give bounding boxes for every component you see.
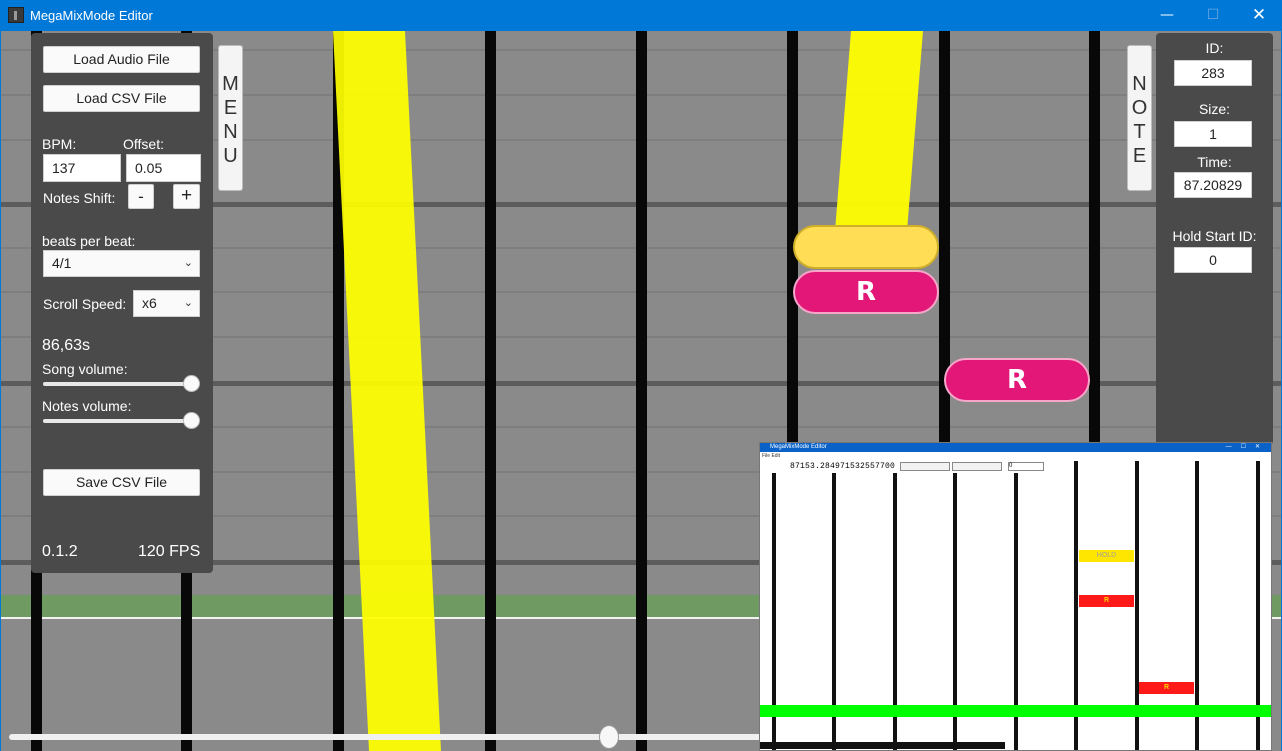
scroll-speed-label: Scroll Speed: <box>43 296 127 312</box>
preview-title-bar: MegaMixMode Editor —☐✕ <box>760 443 1271 452</box>
size-input[interactable]: 1 <box>1174 121 1252 147</box>
beats-per-beat-value: 4/1 <box>52 255 72 271</box>
current-time: 86,63s <box>42 337 91 354</box>
preview-note-r: R <box>1079 595 1134 607</box>
settings-panel: Load Audio File Load CSV File BPM: Offse… <box>31 33 213 573</box>
title-bar: MegaMixMode Editor — ☐ ✕ <box>0 0 1282 31</box>
hold-start-id-input[interactable]: 0 <box>1174 247 1252 273</box>
load-audio-button[interactable]: Load Audio File <box>43 46 200 73</box>
id-label: ID: <box>1205 40 1224 56</box>
load-csv-button[interactable]: Load CSV File <box>43 85 200 112</box>
scroll-speed-value: x6 <box>142 295 157 311</box>
bpm-input[interactable]: 137 <box>43 154 121 182</box>
save-csv-button[interactable]: Save CSV File <box>43 469 200 496</box>
menu-tab[interactable]: M E N U <box>218 45 243 191</box>
offset-label: Offset: <box>123 136 164 152</box>
note-r[interactable]: R <box>944 358 1090 402</box>
beats-per-beat-select[interactable]: 4/1 ⌄ <box>43 250 200 277</box>
beats-per-beat-label: beats per beat: <box>42 233 136 249</box>
preview-window: MegaMixMode Editor —☐✕ File Edit 87153.2… <box>759 442 1272 751</box>
note-tab-letter: E <box>1132 145 1147 167</box>
note-tab-letter: T <box>1133 121 1146 143</box>
minimize-button[interactable]: — <box>1144 0 1190 31</box>
preview-select <box>900 462 950 471</box>
id-input[interactable]: 283 <box>1174 60 1252 86</box>
size-label: Size: <box>1198 101 1231 117</box>
window-title: MegaMixMode Editor <box>30 8 153 23</box>
notes-volume-label: Notes volume: <box>42 398 132 414</box>
menu-tab-letter: N <box>223 121 238 143</box>
menu-tab-letter: E <box>223 97 238 119</box>
hold-note-head[interactable] <box>793 225 939 269</box>
hold-start-id-label: Hold Start ID: <box>1172 228 1257 244</box>
preview-hold-note: HOLD <box>1079 550 1134 562</box>
offset-input[interactable]: 0.05 <box>126 154 201 182</box>
menu-tab-letter: M <box>222 73 239 95</box>
version-label: 0.1.2 <box>42 543 78 560</box>
app-icon <box>8 7 24 23</box>
hold-trail <box>835 31 923 231</box>
note-properties-panel: ID: 283 Size: 1 Time: 87.20829 Hold Star… <box>1156 33 1273 445</box>
chevron-down-icon: ⌄ <box>183 296 193 309</box>
timeline-thumb[interactable] <box>599 725 619 749</box>
preview-title: MegaMixMode Editor <box>770 444 827 450</box>
note-tab-letter: O <box>1131 97 1148 119</box>
preview-judgement-line <box>760 705 1271 717</box>
notes-volume-thumb[interactable] <box>183 412 200 429</box>
note-r[interactable]: R <box>793 270 939 314</box>
chevron-down-icon: ⌄ <box>183 256 193 269</box>
song-volume-label: Song volume: <box>42 361 128 377</box>
preview-time-readout: 87153.284971532557700 <box>790 462 896 471</box>
note-tab-letter: N <box>1132 73 1147 95</box>
maximize-button[interactable]: ☐ <box>1190 0 1236 31</box>
preview-select <box>952 462 1002 471</box>
song-volume-thumb[interactable] <box>183 375 200 392</box>
menu-tab-letter: U <box>223 145 238 167</box>
close-button[interactable]: ✕ <box>1236 0 1282 31</box>
preview-window-buttons: —☐✕ <box>1225 444 1269 450</box>
notes-shift-label: Notes Shift: <box>43 190 116 206</box>
bpm-label: BPM: <box>42 136 77 152</box>
shift-plus-button[interactable]: + <box>173 184 200 209</box>
time-label: Time: <box>1197 154 1232 170</box>
note-tab[interactable]: N O T E <box>1127 45 1152 191</box>
preview-note-r: R <box>1139 682 1194 694</box>
hold-trail <box>333 31 441 751</box>
fps-label: 120 FPS <box>138 543 201 560</box>
preview-input: 0 <box>1008 462 1044 471</box>
timeline-track[interactable] <box>9 734 769 740</box>
notes-volume-slider[interactable] <box>43 419 193 423</box>
song-volume-slider[interactable] <box>43 382 193 386</box>
shift-minus-button[interactable]: - <box>128 184 154 209</box>
time-input[interactable]: 87.20829 <box>1174 172 1252 198</box>
scroll-speed-select[interactable]: x6 ⌄ <box>133 290 200 317</box>
preview-scrollbar <box>760 742 1005 749</box>
preview-menu: File Edit <box>762 453 781 459</box>
